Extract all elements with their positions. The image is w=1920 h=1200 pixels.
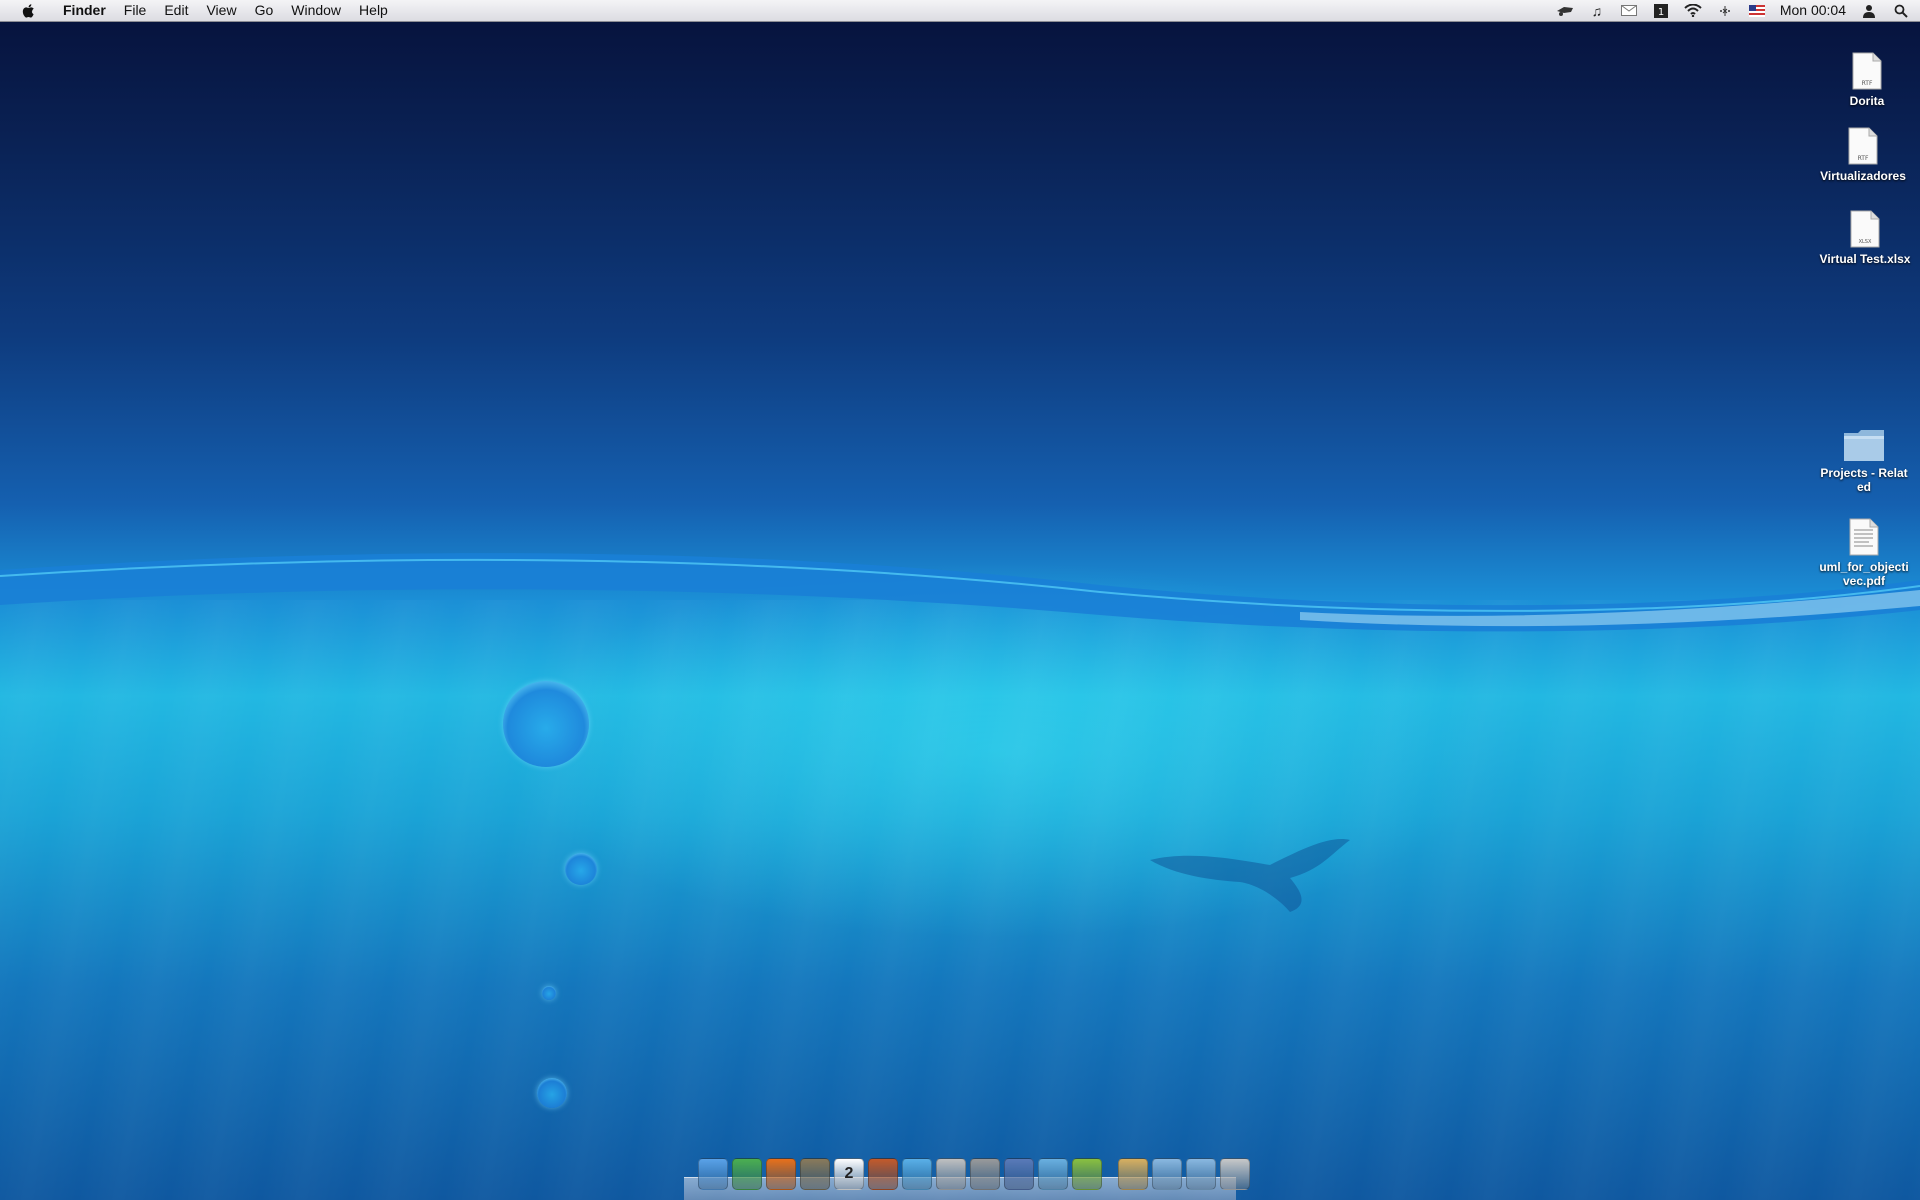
menu-file[interactable]: File xyxy=(115,0,156,21)
itunes-icon[interactable]: ♫ xyxy=(1588,3,1606,19)
dock-items: 2 xyxy=(698,1158,1250,1190)
menu-go[interactable]: Go xyxy=(246,0,283,21)
desktop-file-label: Virtualizadores xyxy=(1820,169,1906,183)
downloads-folder-icon[interactable] xyxy=(1186,1158,1216,1190)
desktop-file-label: Dorita xyxy=(1849,94,1885,108)
bluetooth-icon[interactable] xyxy=(1716,3,1734,19)
menu-help[interactable]: Help xyxy=(350,0,397,21)
itunes-icon[interactable] xyxy=(902,1158,932,1190)
bubble xyxy=(537,1078,567,1108)
apple-menu-icon[interactable] xyxy=(18,3,40,19)
whale-silhouette xyxy=(1150,839,1350,912)
time-machine-icon[interactable] xyxy=(1556,3,1574,19)
spotlight-icon[interactable] xyxy=(1892,3,1910,19)
desktop-file-virtual-test[interactable]: XLSX Virtual Test.xlsx xyxy=(1815,210,1915,266)
desktop-file-virtualizadores[interactable]: RTF Virtualizadores xyxy=(1813,127,1913,183)
finder-icon[interactable] xyxy=(698,1158,728,1190)
menubar-clock[interactable]: Mon 00:04 xyxy=(1780,0,1846,21)
firefox-icon[interactable] xyxy=(766,1158,796,1190)
input-flag-icon[interactable] xyxy=(1748,3,1766,19)
xlsx-document-icon: XLSX xyxy=(1850,210,1880,248)
wifi-icon[interactable] xyxy=(1684,3,1702,19)
dock: 2 xyxy=(684,1158,1250,1200)
mail-icon[interactable] xyxy=(1620,3,1638,19)
bubble xyxy=(503,681,589,767)
bubble xyxy=(542,986,556,1000)
desktop-file-label: Virtual Test.xlsx xyxy=(1819,252,1911,266)
svg-text:RTF: RTF xyxy=(1858,155,1869,162)
adium-icon[interactable] xyxy=(732,1158,762,1190)
svg-text:XLSX: XLSX xyxy=(1859,239,1872,245)
desktop-folder-projects[interactable]: Projects - Related xyxy=(1814,428,1914,494)
user-icon[interactable] xyxy=(1860,3,1878,19)
ical-icon[interactable]: 2 xyxy=(834,1158,864,1190)
water-surface xyxy=(0,553,1920,632)
desktop-file-dorita[interactable]: RTF Dorita xyxy=(1817,52,1917,108)
svg-text:RTF: RTF xyxy=(1862,80,1873,87)
iphoto-icon[interactable] xyxy=(868,1158,898,1190)
word-icon[interactable] xyxy=(1038,1158,1068,1190)
menu-edit[interactable]: Edit xyxy=(155,0,197,21)
menu-window[interactable]: Window xyxy=(282,0,350,21)
light-rays xyxy=(0,600,1920,1200)
bubble xyxy=(565,853,597,885)
svg-text:1: 1 xyxy=(1658,7,1664,18)
system-preferences-icon[interactable] xyxy=(970,1158,1000,1190)
rtf-document-icon: RTF xyxy=(1852,52,1882,90)
desktop[interactable]: Finder File Edit View Go Window Help ♫ 1 xyxy=(0,0,1920,1200)
library-icon[interactable] xyxy=(800,1158,830,1190)
app-icon[interactable] xyxy=(936,1158,966,1190)
menu-finder[interactable]: Finder xyxy=(54,0,115,21)
dashboard-icon[interactable]: 1 xyxy=(1652,3,1670,19)
applications-folder-icon[interactable] xyxy=(1152,1158,1182,1190)
documents-stack-icon[interactable] xyxy=(1118,1158,1148,1190)
desktop-file-label: uml_for_objectivec.pdf xyxy=(1819,560,1909,588)
folder-icon xyxy=(1844,430,1884,461)
desktop-file-uml-pdf[interactable]: uml_for_objectivec.pdf xyxy=(1814,518,1914,588)
desktop-folder-label: Projects - Related xyxy=(1820,466,1908,494)
rtf-document-icon: RTF xyxy=(1848,127,1878,165)
menu-view[interactable]: View xyxy=(197,0,245,21)
menu-bar: Finder File Edit View Go Window Help ♫ 1 xyxy=(0,0,1920,22)
xcode-icon[interactable] xyxy=(1004,1158,1034,1190)
trash-icon[interactable] xyxy=(1220,1158,1250,1190)
app-green-icon[interactable] xyxy=(1072,1158,1102,1190)
pdf-document-icon xyxy=(1849,518,1879,556)
